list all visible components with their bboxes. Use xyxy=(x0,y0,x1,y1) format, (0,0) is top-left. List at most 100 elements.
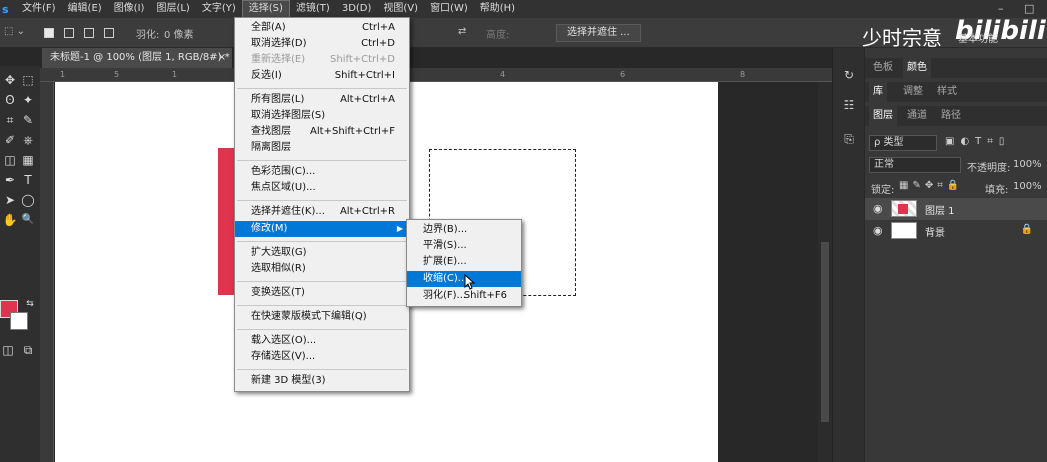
opacity-label: 不透明度: xyxy=(967,163,1011,174)
layer-row[interactable]: ◉ 背景 🔒 xyxy=(865,220,1047,242)
tab-styles[interactable]: 样式 xyxy=(933,82,961,102)
quick-mask-icon[interactable]: ◫ xyxy=(0,342,16,358)
type-tool-icon[interactable]: T xyxy=(20,172,36,188)
tools-panel: ✥ ⬚ ʘ ✦ ⌗ ✎ ✐ ⎈ ◫ ▦ ✒ T ➤ ◯ ✋ 🔍 ⇆ ◫ ⧉ xyxy=(0,66,40,462)
properties-icon[interactable]: ☷ xyxy=(841,98,857,114)
move-tool-icon[interactable]: ✥ xyxy=(2,72,18,88)
menu-layer[interactable]: 图层(L) xyxy=(150,0,195,18)
document-tab[interactable]: 未标题-1 @ 100% (图层 1, RGB/8#) * × xyxy=(42,48,232,68)
feather-label: 羽化: xyxy=(136,30,160,41)
marquee-options-icon[interactable]: ⬚ ⌄ xyxy=(4,26,25,37)
swap-icon[interactable]: ⇄ xyxy=(458,26,466,37)
menu-item-color-range[interactable]: 色彩范围(C)... xyxy=(235,164,409,180)
tab-channels[interactable]: 通道 xyxy=(903,106,931,126)
menu-help[interactable]: 帮助(H) xyxy=(474,0,521,18)
tab-adjustments[interactable]: 调整 xyxy=(899,82,927,102)
subtract-selection-icon[interactable] xyxy=(84,28,94,38)
swap-colors-icon[interactable]: ⇆ xyxy=(22,296,38,312)
feather-value[interactable]: 0 像素 xyxy=(164,26,194,41)
ruler-tick: 1 xyxy=(172,70,178,79)
close-icon[interactable]: × xyxy=(218,48,226,68)
menu-item-grow[interactable]: 扩大选取(G) xyxy=(235,245,409,261)
menu-item-focus-area[interactable]: 焦点区域(U)... xyxy=(235,180,409,196)
menu-separator xyxy=(237,369,407,370)
menu-select[interactable]: 选择(S) xyxy=(241,0,290,18)
add-selection-icon[interactable] xyxy=(64,28,74,38)
scrollbar-thumb[interactable] xyxy=(821,242,829,422)
brush-tool-icon[interactable]: ✐ xyxy=(2,132,18,148)
submenu-item-expand[interactable]: 扩展(E)... xyxy=(407,254,521,270)
new-selection-icon[interactable] xyxy=(44,28,54,38)
blend-mode-dropdown[interactable]: 正常 xyxy=(869,157,961,173)
zoom-tool-icon[interactable]: 🔍 xyxy=(20,212,36,228)
menu-item-modify[interactable]: 修改(M) ▶ xyxy=(235,221,409,237)
submenu-item-feather[interactable]: 羽化(F)... Shift+F6 xyxy=(407,288,521,304)
eraser-tool-icon[interactable]: ◫ xyxy=(2,152,18,168)
menu-file[interactable]: 文件(F) xyxy=(16,0,62,18)
stamp-tool-icon[interactable]: ⎈ xyxy=(20,132,36,148)
vertical-scrollbar[interactable] xyxy=(818,82,832,462)
menu-separator xyxy=(237,305,407,306)
menu-item-similar[interactable]: 选取相似(R) xyxy=(235,261,409,277)
lasso-tool-icon[interactable]: ʘ xyxy=(2,92,18,108)
menu-edit[interactable]: 编辑(E) xyxy=(62,0,108,18)
magic-wand-icon[interactable]: ✦ xyxy=(20,92,36,108)
intersect-selection-icon[interactable] xyxy=(104,28,114,38)
background-color-swatch[interactable] xyxy=(10,312,28,330)
menu-filter[interactable]: 滤镜(T) xyxy=(290,0,336,18)
menu-item-save-selection[interactable]: 存储选区(V)... xyxy=(235,349,409,365)
menu-item-all[interactable]: 全部(A) Ctrl+A xyxy=(235,20,409,36)
screen-mode-icon[interactable]: ⧉ xyxy=(20,342,36,358)
layer-filter-dropdown[interactable]: ρ 类型 xyxy=(869,135,937,151)
menu-type[interactable]: 文字(Y) xyxy=(196,0,242,18)
menu-item-find-layers[interactable]: 查找图层 Alt+Shift+Ctrl+F xyxy=(235,124,409,140)
submenu-item-smooth[interactable]: 平滑(S)... xyxy=(407,238,521,254)
eyedropper-icon[interactable]: ✎ xyxy=(20,112,36,128)
tab-paths[interactable]: 路径 xyxy=(937,106,965,126)
workspace-label[interactable]: 基本功能 xyxy=(958,30,998,45)
marquee-tool-icon[interactable]: ⬚ xyxy=(20,72,36,88)
menu-item-quick-mask[interactable]: 在快速蒙版模式下编辑(Q) xyxy=(235,309,409,325)
crop-tool-icon[interactable]: ⌗ xyxy=(2,112,18,128)
menu-item-inverse[interactable]: 反选(I) Shift+Ctrl+I xyxy=(235,68,409,84)
visibility-eye-icon[interactable]: ◉ xyxy=(873,202,883,215)
libraries-tabs: 库 调整 样式 xyxy=(865,82,1047,102)
menu-item-deselect[interactable]: 取消选择(D) Ctrl+D xyxy=(235,36,409,52)
submenu-arrow-icon: ▶ xyxy=(396,224,403,233)
path-select-icon[interactable]: ➤ xyxy=(2,192,18,208)
gradient-tool-icon[interactable]: ▦ xyxy=(20,152,36,168)
paths-icon[interactable]: ⎘ xyxy=(841,132,857,148)
opacity-value[interactable]: 100% xyxy=(1013,159,1042,170)
history-icon[interactable]: ↻ xyxy=(841,68,857,84)
layer-row[interactable]: ◉ 图层 1 xyxy=(865,198,1047,220)
visibility-eye-icon[interactable]: ◉ xyxy=(873,224,883,237)
filter-icons[interactable]: ▣◐T⌗▯ xyxy=(945,136,1010,147)
tab-libraries[interactable]: 库 xyxy=(869,82,887,102)
lock-icons[interactable]: ▦✎✥⌗🔒 xyxy=(899,180,963,191)
menu-image[interactable]: 图像(I) xyxy=(108,0,151,18)
menu-item-new-3d-model[interactable]: 新建 3D 模型(3) xyxy=(235,373,409,389)
document-tab-bar: 未标题-1 @ 100% (图层 1, RGB/8#) * × xyxy=(40,48,832,68)
menu-item-isolate-layers[interactable]: 隔离图层 xyxy=(235,140,409,156)
hand-tool-icon[interactable]: ✋ xyxy=(2,212,18,228)
menu-item-transform-selection[interactable]: 变换选区(T) xyxy=(235,285,409,301)
tab-layers[interactable]: 图层 xyxy=(869,106,897,126)
menu-item-load-selection[interactable]: 载入选区(O)... xyxy=(235,333,409,349)
menu-view[interactable]: 视图(V) xyxy=(377,0,424,18)
tab-swatches[interactable]: 色板 xyxy=(869,58,897,78)
submenu-item-border[interactable]: 边界(B)... xyxy=(407,222,521,238)
menu-window[interactable]: 窗口(W) xyxy=(424,0,474,18)
menu-3d[interactable]: 3D(D) xyxy=(336,0,378,18)
ruler-tick: 6 xyxy=(620,70,626,79)
fill-value[interactable]: 100% xyxy=(1013,181,1042,192)
menu-item-all-layers[interactable]: 所有图层(L) Alt+Ctrl+A xyxy=(235,92,409,108)
menu-item-reselect: 重新选择(E) Shift+Ctrl+D xyxy=(251,54,395,65)
shape-tool-icon[interactable]: ◯ xyxy=(20,192,36,208)
menu-separator xyxy=(237,281,407,282)
pen-tool-icon[interactable]: ✒ xyxy=(2,172,18,188)
select-and-mask-button[interactable]: 选择并遮住 ... xyxy=(556,24,641,42)
tab-color[interactable]: 颜色 xyxy=(903,58,931,78)
menu-item-select-and-mask[interactable]: 选择并遮住(K)... Alt+Ctrl+R xyxy=(235,204,409,220)
right-panels: 色板 颜色 库 调整 样式 图层 通道 路径 ρ 类型 ▣◐T⌗▯ 正常 不透明… xyxy=(865,48,1047,462)
menu-item-deselect-layers[interactable]: 取消选择图层(S) xyxy=(235,108,409,124)
